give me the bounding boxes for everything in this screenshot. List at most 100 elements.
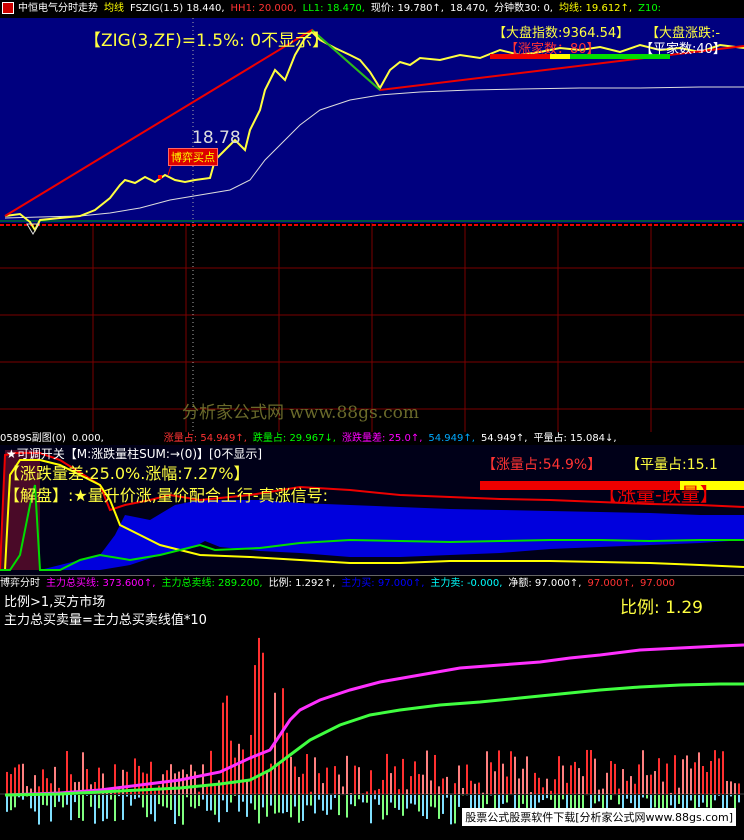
buy-volume-bar (594, 758, 596, 794)
buy-volume-bar (462, 787, 464, 794)
buy-volume-bar (402, 758, 404, 794)
sell-volume-bar (434, 795, 436, 808)
buy-volume-bar (666, 763, 668, 794)
sell-volume-bar (290, 795, 292, 818)
buy-volume-bar (522, 768, 524, 794)
sub2-ratio: 比例: 1.292↑, (268, 578, 336, 589)
volume-bars (6, 637, 740, 825)
buy-volume-bar (434, 754, 436, 794)
sell-volume-bar (618, 795, 620, 805)
buy-volume-bar (650, 774, 652, 794)
sub2-buy: 主力总买线: 373.600↑, (46, 578, 156, 589)
buy-volume-bar (558, 756, 560, 794)
sell-volume-bar (142, 795, 144, 808)
buy-volume-bar (606, 772, 608, 794)
buy-volume-bar (546, 778, 548, 794)
buy-volume-bar (438, 786, 440, 794)
sell-volume-bar (6, 795, 8, 812)
sub1-down-ratio: 跌量占: 29.967↓, (252, 433, 336, 444)
sub2-line2: 主力总买卖量=主力总买卖线值*10 (4, 613, 207, 628)
buy-volume-bar (198, 791, 200, 794)
buy-volume-bar (634, 783, 636, 794)
footer-link[interactable]: 股票公式股票软件下载[分析家公式网www.88gs.com] (462, 808, 736, 826)
buy-volume-bar (618, 788, 620, 794)
buy-volume-bar (694, 762, 696, 794)
buy-volume-bar (282, 688, 284, 794)
buy-volume-bar (678, 787, 680, 794)
buy-volume-bar (306, 754, 308, 794)
sell-volume-bar (450, 795, 452, 825)
sell-volume-bar (150, 795, 152, 815)
buy-volume-bar (382, 779, 384, 794)
buy-volume-bar (6, 771, 8, 794)
buy-volume-bar (570, 765, 572, 794)
sell-volume-bar (122, 795, 124, 820)
price-label: 18.78 (192, 128, 241, 148)
sub1-flat-ratio: 平量占: 15.084↓, (533, 433, 617, 444)
buy-volume-bar (34, 775, 36, 794)
main-chart-svg (0, 18, 744, 432)
sub2-header: 博弈分时 主力总买线: 373.600↑, 主力总卖线: 289.200, 比例: 1… (0, 575, 744, 591)
sell-volume-bar (626, 795, 628, 799)
sell-volume-bar (174, 795, 176, 825)
sell-volume-bar (74, 795, 76, 803)
sell-volume-bar (714, 795, 716, 801)
buy-volume-bar (14, 767, 16, 794)
buy-volume-bar (454, 783, 456, 794)
buy-volume-bar (374, 790, 376, 794)
sell-volume-bar (222, 795, 224, 801)
sub2-mbuy: 主力买: 97.000↑, (341, 578, 425, 589)
sell-volume-bar (166, 795, 168, 808)
buy-volume-bar (646, 775, 648, 794)
buy-volume-bar (638, 764, 640, 794)
buy-volume-bar (530, 792, 532, 794)
buy-volume-bar (582, 776, 584, 794)
buy-volume-bar (574, 761, 576, 794)
sell-volume-bar (414, 795, 416, 805)
sell-volume-bar (114, 795, 116, 822)
buy-volume-bar (290, 756, 292, 794)
buy-volume-bar (394, 766, 396, 794)
sell-volume-bar (34, 795, 36, 812)
buy-volume-bar (590, 750, 592, 794)
buy-volume-bar (398, 789, 400, 794)
sell-volume-bar (522, 795, 524, 804)
sell-volume-bar (154, 795, 156, 822)
sell-volume-bar (50, 795, 52, 822)
sell-volume-bar (410, 795, 412, 804)
sell-volume-bar (246, 795, 248, 817)
buy-volume-bar (482, 792, 484, 794)
sell-volume-bar (54, 795, 56, 808)
buy-volume-bar (366, 791, 368, 794)
buy-volume-bar (162, 774, 164, 794)
buy-volume-bar (722, 751, 724, 794)
buy-volume-bar (182, 769, 184, 794)
buy-volume-bar (350, 793, 352, 794)
sell-volume-bar (646, 795, 648, 799)
sub1-v2: 54.949↑, (480, 433, 528, 444)
buy-volume-bar (442, 778, 444, 794)
buy-volume-bar (42, 769, 44, 794)
sell-volume-bar (446, 795, 448, 798)
buy-volume-bar (702, 765, 704, 794)
buy-volume-bar (178, 771, 180, 794)
sell-volume-bar (106, 795, 108, 819)
sub1-header: 0589S副图(0) 0.000, 涨量占: 54.949↑, 跌量占: 29.967… (0, 432, 744, 445)
sell-volume-bar (10, 795, 12, 811)
sell-volume-bar (538, 795, 540, 803)
buy-volume-bar (354, 765, 356, 794)
buy-volume-bar (478, 782, 480, 794)
sell-volume-bar (506, 795, 508, 803)
sell-volume-bar (270, 795, 272, 806)
buy-volume-bar (610, 761, 612, 794)
sell-volume-bar (362, 795, 364, 803)
watermark: 分析家公式网 www.88gs.com (182, 403, 419, 423)
sell-volume-bar (338, 795, 340, 816)
buy-volume-bar (326, 767, 328, 794)
buy-dot-marker (158, 175, 162, 179)
sell-volume-bar (186, 795, 188, 798)
sub1-big-label: 【涨量-跌量】 (598, 484, 719, 506)
sub1-up-ratio: 涨量占: 54.949↑, (163, 433, 247, 444)
sell-volume-bar (458, 795, 460, 807)
buy-volume-bar (134, 758, 136, 794)
